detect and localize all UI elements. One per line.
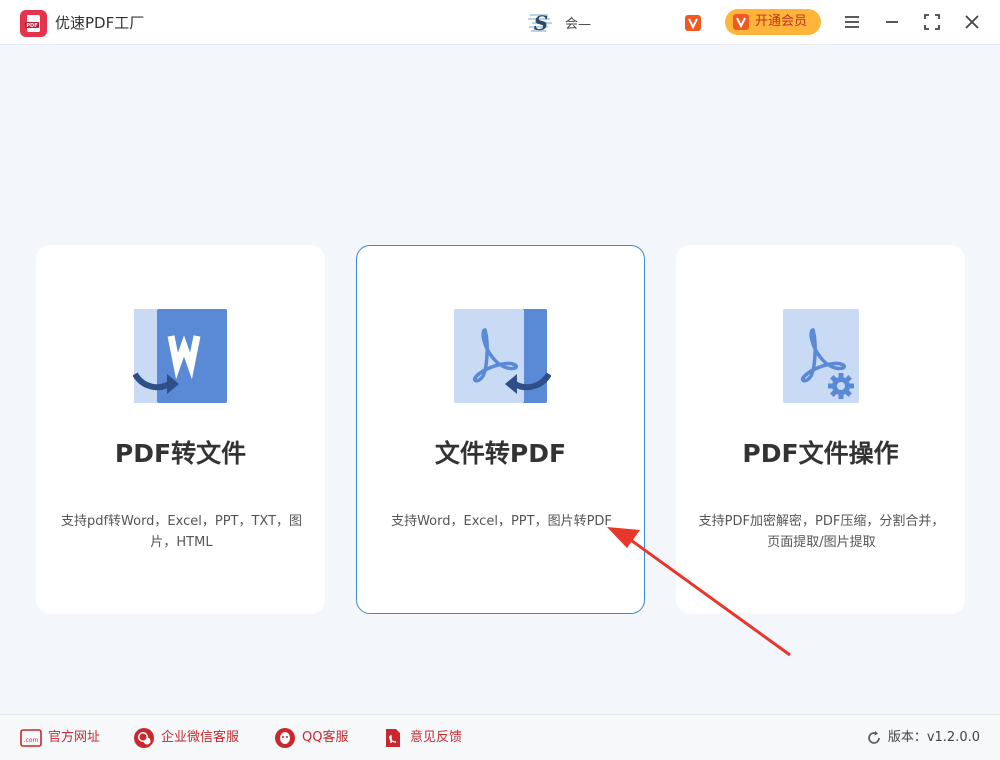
pdf-settings-icon <box>783 309 859 403</box>
website-icon: .com <box>20 729 42 747</box>
svg-text:.com: .com <box>24 737 39 744</box>
footer-link-qq[interactable]: QQ客服 <box>274 727 359 749</box>
version-label: 版本：v1.2.0.0 <box>887 730 980 745</box>
wechat-icon <box>134 728 154 748</box>
footer-link-label: 意见反馈 <box>410 730 463 745</box>
pdf-to-word-icon <box>133 309 227 403</box>
footer-link-wechat[interactable]: 企业微信客服 <box>133 727 253 749</box>
vip-icon[interactable] <box>685 15 701 31</box>
file-to-pdf-icon <box>454 309 551 403</box>
svg-text:PDF: PDF <box>26 23 37 29</box>
qq-icon <box>275 728 295 748</box>
user-name[interactable]: 会— <box>565 13 591 32</box>
app-title: 优速PDF工厂 <box>55 14 145 32</box>
feedback-icon <box>386 729 400 747</box>
pdf-logo-icon: PDF <box>20 10 47 37</box>
card-file-to-pdf[interactable]: 文件转PDF 支持Word，Excel，PPT，图片转PDF <box>356 245 645 614</box>
card-description: 支持Word，Excel，PPT，图片转PDF <box>391 514 612 529</box>
vip-button-label: 开通会员 <box>755 14 808 29</box>
version-info: 版本：v1.2.0.0 <box>866 727 980 749</box>
close-icon[interactable] <box>961 11 983 33</box>
card-description: 支持PDF加密解密，PDF压缩，分割合并，页面提取/图片提取 <box>698 514 945 550</box>
footer: .com 官方网址 企业微信客服 QQ客服 意见反馈 版本：v1.2.0.0 <box>0 714 1000 760</box>
card-title: 文件转PDF <box>434 439 567 468</box>
footer-link-label: QQ客服 <box>302 730 349 745</box>
card-description: 支持pdf转Word，Excel，PPT，TXT，图片，HTML <box>60 514 303 550</box>
refresh-icon[interactable] <box>866 730 882 746</box>
footer-link-website[interactable]: .com 官方网址 <box>20 727 110 749</box>
minimize-icon[interactable] <box>881 11 903 33</box>
card-pdf-to-file[interactable]: PDF转文件 支持pdf转Word，Excel，PPT，TXT，图片，HTML <box>36 245 325 614</box>
maximize-icon[interactable] <box>921 11 943 33</box>
card-title: PDF转文件 <box>114 439 247 468</box>
vip-badge-icon <box>733 14 749 30</box>
title-bar: PDF 优速PDF工厂 S 会— 开通会员 <box>0 0 1000 45</box>
card-pdf-operations[interactable]: PDF文件操作 支持PDF加密解密，PDF压缩，分割合并，页面提取/图片提取 <box>676 245 965 614</box>
footer-link-feedback[interactable]: 意见反馈 <box>382 727 472 749</box>
user-avatar-icon[interactable]: S <box>526 11 556 35</box>
card-title: PDF文件操作 <box>742 439 899 468</box>
svg-text:S: S <box>534 11 548 35</box>
vip-button[interactable]: 开通会员 <box>725 9 821 35</box>
footer-link-label: 企业微信客服 <box>161 730 240 745</box>
menu-icon[interactable] <box>841 11 863 33</box>
footer-link-label: 官方网址 <box>48 730 101 745</box>
